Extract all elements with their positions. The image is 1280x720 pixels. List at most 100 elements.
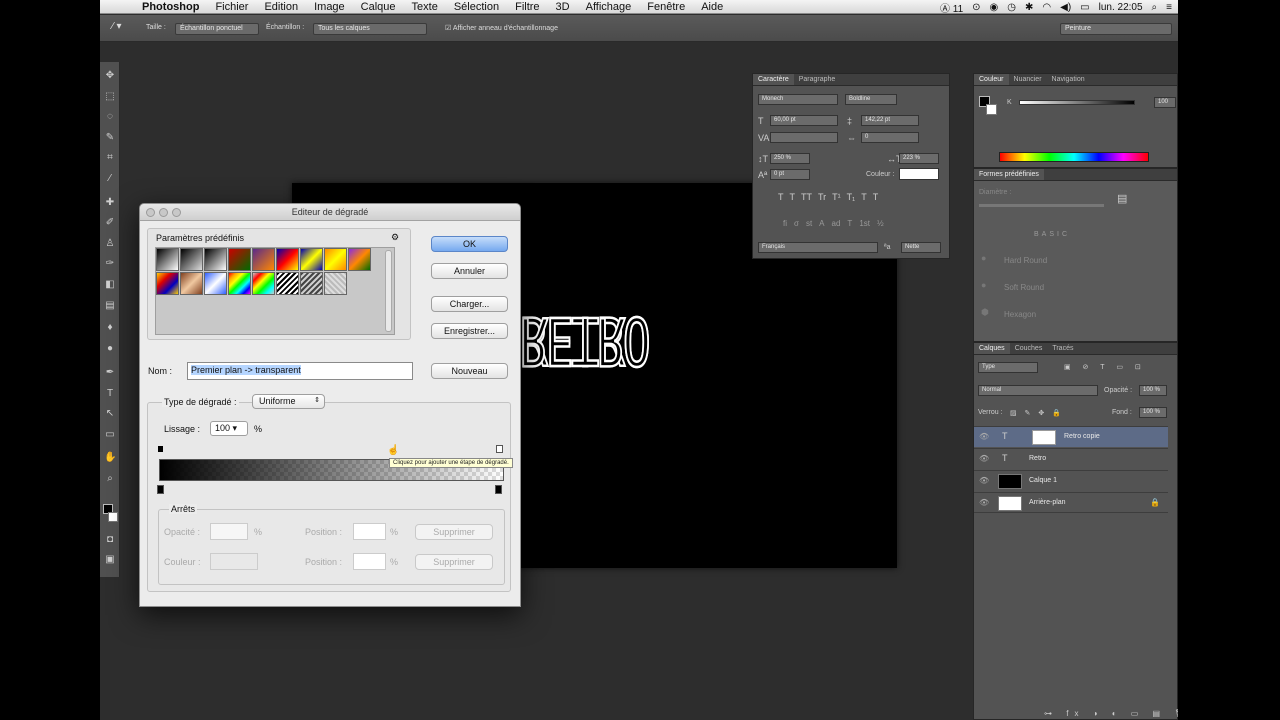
tab-formes-predefinies[interactable]: Formes prédéfinies xyxy=(974,169,1044,180)
sample-size-select[interactable]: Échantillon ponctuel xyxy=(175,23,259,35)
load-button[interactable]: Charger... xyxy=(431,296,508,312)
tab-traces[interactable]: Tracés xyxy=(1047,343,1078,354)
eyedropper-tool-icon[interactable]: ⁄ ▾ xyxy=(112,21,121,32)
menu-3d[interactable]: 3D xyxy=(548,1,578,13)
baseline-field[interactable]: 0 pt xyxy=(770,169,810,180)
menu-fenetre[interactable]: Fenêtre xyxy=(639,1,693,13)
superscript-button[interactable]: T¹ xyxy=(832,192,841,202)
quick-mask-icon[interactable]: ◘ xyxy=(104,534,116,546)
alt-ligatures-button[interactable]: st xyxy=(806,219,812,228)
menu-affichage[interactable]: Affichage xyxy=(578,1,640,13)
screen-mode-icon[interactable]: ▣ xyxy=(104,554,116,566)
dodge-tool-icon[interactable]: ● xyxy=(104,343,116,355)
visibility-eye-icon[interactable]: 👁 xyxy=(979,498,989,507)
battery-icon[interactable]: ▭ xyxy=(1080,2,1089,13)
leading-field[interactable]: 142,22 pt xyxy=(861,115,919,126)
color-bg-swatch[interactable] xyxy=(986,104,997,115)
cancel-button[interactable]: Annuler xyxy=(431,263,508,279)
ordinal-st-button[interactable]: 1st xyxy=(859,219,870,228)
menu-fichier[interactable]: Fichier xyxy=(207,1,256,13)
notifications-icon[interactable]: ≡ xyxy=(1166,2,1172,13)
timemachine-icon[interactable]: ◷ xyxy=(1007,2,1016,13)
sample-layers-select[interactable]: Tous les calques xyxy=(313,23,427,35)
preset-violet-orange[interactable] xyxy=(252,248,275,271)
ordinals-button[interactable]: T xyxy=(847,219,852,228)
zoom-window-icon[interactable] xyxy=(172,208,181,217)
menu-image[interactable]: Image xyxy=(306,1,353,13)
tab-couches[interactable]: Couches xyxy=(1010,343,1048,354)
subscript-button[interactable]: T₁ xyxy=(847,192,856,202)
preset-orange-yellow[interactable] xyxy=(324,248,347,271)
layer-row-retro[interactable]: 👁 T Retro xyxy=(974,448,1168,469)
volume-icon[interactable]: ◀) xyxy=(1060,2,1071,13)
brush-tool-icon[interactable]: ✐ xyxy=(104,217,116,229)
preset-transparent-stripes[interactable] xyxy=(300,272,323,295)
titling-button[interactable]: A xyxy=(819,219,824,228)
save-button[interactable]: Enregistrer... xyxy=(431,323,508,339)
gradient-name-field[interactable]: Premier plan -> transparent xyxy=(187,362,413,380)
minimize-window-icon[interactable] xyxy=(159,208,168,217)
tracking-field[interactable]: 0 xyxy=(861,132,919,143)
preset-black-white[interactable] xyxy=(204,248,227,271)
healing-tool-icon[interactable]: ✚ xyxy=(104,197,116,209)
brush-folder-icon[interactable]: ▤ xyxy=(1117,194,1127,205)
hand-tool-icon[interactable]: ✋ xyxy=(104,452,116,464)
shape-tool-icon[interactable]: ▭ xyxy=(104,429,116,441)
opacity-stop-left[interactable] xyxy=(158,446,163,452)
layer-row-calque-1[interactable]: 👁 Calque 1 xyxy=(974,470,1168,491)
language-select[interactable]: Français xyxy=(758,242,878,253)
delete-opacity-stop-button[interactable]: Supprimer xyxy=(415,524,493,540)
history-brush-icon[interactable]: ✑ xyxy=(104,258,116,270)
visibility-eye-icon[interactable]: 👁 xyxy=(979,476,989,485)
tab-nuancier[interactable]: Nuancier xyxy=(1009,74,1047,85)
font-style-select[interactable]: Boldline xyxy=(845,94,897,105)
blur-tool-icon[interactable]: ♦ xyxy=(104,322,116,334)
visibility-eye-icon[interactable]: 👁 xyxy=(979,454,989,463)
delete-color-stop-button[interactable]: Supprimer xyxy=(415,554,493,570)
menu-filtre[interactable]: Filtre xyxy=(507,1,547,13)
preset-blue-red-yellow[interactable] xyxy=(276,248,299,271)
path-select-icon[interactable]: ↖ xyxy=(104,408,116,420)
vertical-scale-field[interactable]: 250 % xyxy=(770,153,810,164)
menu-edition[interactable]: Edition xyxy=(256,1,306,13)
tab-navigation[interactable]: Navigation xyxy=(1047,74,1090,85)
menu-aide[interactable]: Aide xyxy=(693,1,731,13)
smoothness-field[interactable]: 100 ▾ xyxy=(210,421,248,436)
lock-icons[interactable]: ▨ ✎ ✥ 🔒 xyxy=(1010,409,1064,417)
opacity-stop-right[interactable] xyxy=(496,445,503,453)
preset-stripes[interactable] xyxy=(276,272,299,295)
color-stop-right[interactable] xyxy=(495,485,502,494)
faux-bold-button[interactable]: T xyxy=(778,192,784,202)
gradient-type-select[interactable]: Uniforme ⇕ xyxy=(252,394,325,409)
preset-fg-transparent[interactable] xyxy=(180,248,203,271)
marquee-tool-icon[interactable]: ⬚ xyxy=(104,91,116,103)
fill-field[interactable]: 100 % xyxy=(1139,407,1167,418)
brush-item-hard-round[interactable]: Hard Round xyxy=(1004,256,1047,265)
preset-spectrum[interactable] xyxy=(228,272,251,295)
sync-icon[interactable]: ⊙ xyxy=(972,2,980,13)
horizontal-scale-field[interactable]: 223 % xyxy=(899,153,939,164)
opacity-field[interactable]: 100 % xyxy=(1139,385,1167,396)
brush-item-hexagon[interactable]: Hexagon xyxy=(1004,310,1036,319)
presets-gear-icon[interactable]: ⚙ xyxy=(391,232,399,243)
layer-filter-select[interactable]: Type xyxy=(978,362,1038,373)
layer-mask-thumb[interactable] xyxy=(1032,430,1056,445)
layer-row-retro-copie[interactable]: 👁 T Retro copie xyxy=(974,426,1168,447)
new-button[interactable]: Nouveau xyxy=(431,363,508,379)
ligatures-button[interactable]: fi xyxy=(783,219,787,228)
color-stop-left[interactable] xyxy=(157,485,164,494)
adobe-status-icon[interactable]: Ⓐ 11 xyxy=(940,0,963,15)
blend-mode-select[interactable]: Normal xyxy=(978,385,1098,396)
preset-red-green[interactable] xyxy=(228,248,251,271)
preset-violet-green[interactable] xyxy=(348,248,371,271)
crop-tool-icon[interactable]: ⌗ xyxy=(104,152,116,164)
stop-opacity-field[interactable] xyxy=(210,523,248,540)
tab-couleur[interactable]: Couleur xyxy=(974,74,1009,85)
wifi-icon[interactable]: ◠ xyxy=(1042,2,1051,13)
lasso-tool-icon[interactable]: ◌ xyxy=(104,111,116,123)
font-size-field[interactable]: 60,00 pt xyxy=(770,115,838,126)
gradient-tool-icon[interactable]: ▤ xyxy=(104,300,116,312)
preset-copper[interactable] xyxy=(180,272,203,295)
record-icon[interactable]: ◉ xyxy=(990,2,999,13)
pen-tool-icon[interactable]: ✒ xyxy=(104,367,116,379)
